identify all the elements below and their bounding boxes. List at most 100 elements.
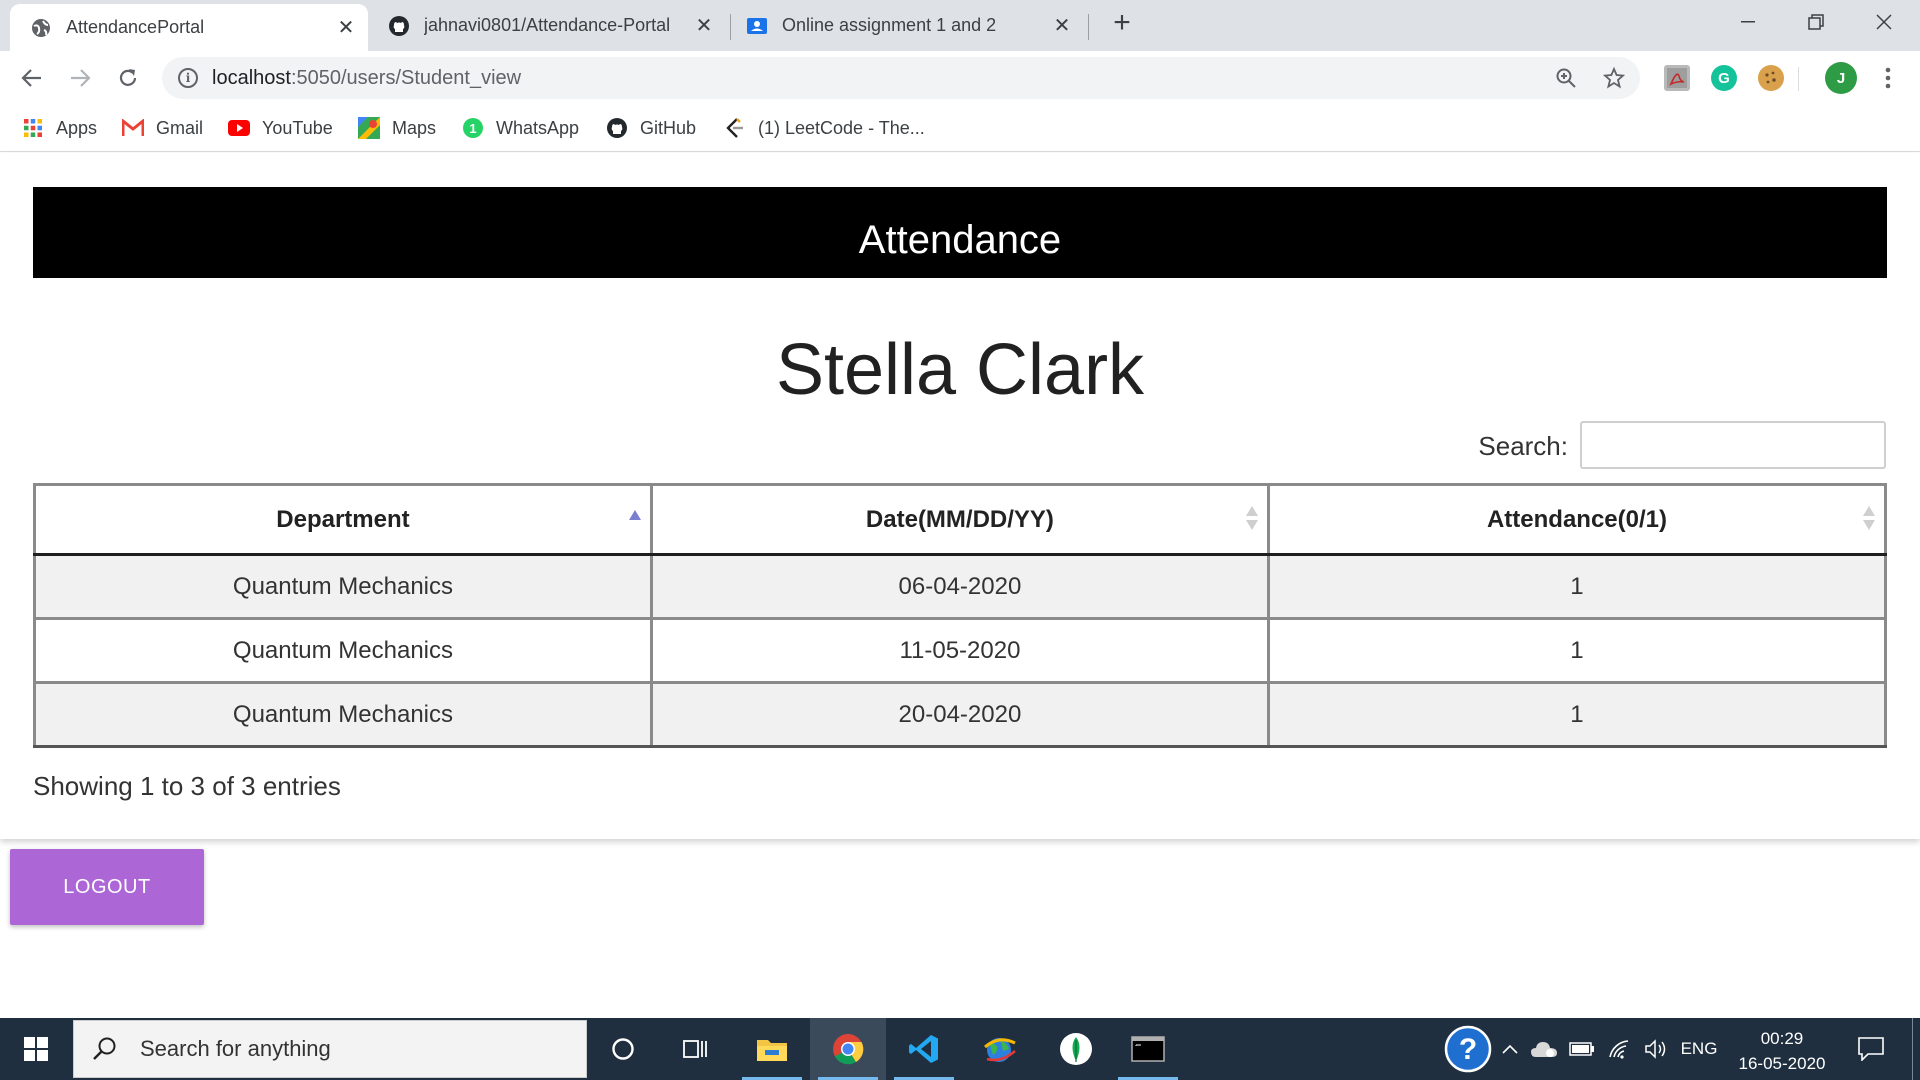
bookmark-label: GitHub [640,117,697,138]
profile-avatar[interactable]: J [1825,62,1857,94]
windows-start-button[interactable] [0,1018,72,1080]
taskbar-search-placeholder: Search for anything [140,1036,331,1061]
help-icon[interactable]: ? [1440,1018,1496,1080]
forward-button[interactable] [62,60,98,96]
volume-icon[interactable] [1638,1018,1674,1080]
tab-attendance-portal[interactable]: AttendancePortal ✕ [10,4,368,51]
vscode-icon[interactable] [886,1018,962,1080]
youtube-icon [228,117,250,139]
toolbar-separator [1798,67,1799,91]
cortana-icon[interactable] [585,1018,661,1080]
tab-github-repo[interactable]: jahnavi0801/Attendance-Portal ✕ [368,0,726,51]
reload-button[interactable] [110,60,146,96]
url-text[interactable]: localhost:5050/users/Student_view [212,67,521,90]
bookmark-label: Maps [392,117,437,138]
bookmark-youtube[interactable]: YouTube [228,115,333,141]
globe-icon [30,17,52,39]
file-explorer-icon[interactable] [734,1018,810,1080]
tray-chevron-up-icon[interactable] [1496,1018,1524,1080]
tab-title: AttendancePortal [66,17,205,37]
cell-attendance: 1 [1266,681,1888,748]
tab-online-assignment[interactable]: Online assignment 1 and 2 ✕ [726,0,1084,51]
table-row: Quantum Mechanics 20-04-2020 1 [33,681,1888,748]
logout-button[interactable]: LOGOUT [10,849,204,925]
sort-ascending-icon [628,506,642,532]
attendance-table: Department Date(MM/DD/YY) Attendance(0/1… [33,483,1888,748]
chrome-taskbar-icon[interactable] [810,1018,886,1080]
column-header-label: Department [276,505,410,533]
page-content: Attendance Stella Clark Search: Departme… [0,153,1920,1018]
battery-icon[interactable] [1564,1018,1600,1080]
column-header-date[interactable]: Date(MM/DD/YY) [649,483,1270,556]
whatsapp-icon: 1 [462,117,484,139]
svg-text:1: 1 [469,121,476,136]
leetcode-icon [724,117,746,139]
clock-date: 16-05-2020 [1738,1054,1826,1073]
windows-taskbar: Search for anything ? ENG 00:29 16-05-20… [0,1018,1920,1080]
bookmark-whatsapp[interactable]: 1 WhatsApp [462,115,579,141]
bookmark-leetcode[interactable]: (1) LeetCode - The... [724,115,925,141]
app-header: Attendance [33,187,1887,278]
site-info-icon[interactable]: i [178,68,198,88]
column-header-label: Date(MM/DD/YY) [865,505,1054,533]
cell-attendance: 1 [1266,553,1888,620]
minimize-button[interactable] [1714,0,1782,44]
address-bar[interactable]: i localhost:5050/users/Student_view [162,57,1640,99]
chrome-menu-icon[interactable] [1870,60,1906,96]
cookie-extension-icon[interactable] [1758,65,1784,91]
bookmark-label: YouTube [262,117,333,138]
show-desktop-button[interactable] [1912,1018,1920,1080]
language-indicator[interactable]: ENG [1676,1018,1722,1080]
cell-date: 20-04-2020 [649,681,1270,748]
bookmark-label: Gmail [156,117,204,138]
column-header-department[interactable]: Department [33,483,653,556]
task-view-icon[interactable] [658,1018,734,1080]
grammarly-icon[interactable]: G [1711,65,1737,91]
bookmark-apps[interactable]: Apps [22,115,97,141]
cell-date: 11-05-2020 [649,617,1270,684]
profile-initial: J [1836,69,1846,87]
column-header-attendance[interactable]: Attendance(0/1) [1266,483,1888,556]
back-button[interactable] [14,60,50,96]
close-tab-icon[interactable]: ✕ [1050,13,1074,38]
github-icon [606,117,628,139]
taskbar-clock[interactable]: 00:29 16-05-2020 [1720,1026,1844,1076]
new-tab-button[interactable]: + [1106,8,1138,40]
close-tab-icon[interactable]: ✕ [334,15,358,40]
restore-button[interactable] [1782,0,1850,44]
column-header-label: Attendance(0/1) [1486,505,1667,533]
globe-app-icon[interactable] [962,1018,1038,1080]
classroom-icon [746,15,768,37]
bookmark-maps[interactable]: Maps [358,115,436,141]
cell-date: 06-04-2020 [649,553,1270,620]
zoom-icon[interactable] [1554,66,1578,90]
search-input[interactable] [1580,421,1886,469]
search-label: Search: [1478,431,1568,461]
bookmark-gmail[interactable]: Gmail [122,115,203,141]
close-tab-icon[interactable]: ✕ [692,13,716,38]
sort-both-icon [1862,506,1876,532]
svg-text:?: ? [1459,1033,1477,1066]
bookmark-label: (1) LeetCode - The... [758,117,925,138]
pdf-extension-icon[interactable] [1664,65,1690,91]
terminal-icon[interactable] [1110,1018,1186,1080]
table-info: Showing 1 to 3 of 3 entries [33,771,341,801]
sort-both-icon [1245,506,1259,532]
cell-department: Quantum Mechanics [33,553,653,620]
wifi-icon[interactable] [1602,1018,1638,1080]
bookmark-github[interactable]: GitHub [606,115,696,141]
student-name: Stella Clark [775,330,1145,410]
tab-separator [1088,14,1089,40]
mongodb-compass-icon[interactable] [1038,1018,1114,1080]
bookmarks-bar: Apps Gmail YouTube Maps 1 WhatsApp GitHu… [0,105,1920,152]
close-window-button[interactable] [1850,0,1918,44]
clock-time: 00:29 [1760,1029,1804,1048]
table-row: Quantum Mechanics 06-04-2020 1 [33,553,1888,620]
cell-department: Quantum Mechanics [33,617,653,684]
taskbar-search-box[interactable]: Search for anything [73,1020,587,1078]
cell-attendance: 1 [1266,617,1888,684]
browser-tab-strip: AttendancePortal ✕ jahnavi0801/Attendanc… [0,0,1920,51]
bookmark-star-icon[interactable] [1602,66,1626,90]
notifications-icon[interactable] [1848,1018,1894,1080]
onedrive-cloud-icon[interactable] [1526,1018,1562,1080]
